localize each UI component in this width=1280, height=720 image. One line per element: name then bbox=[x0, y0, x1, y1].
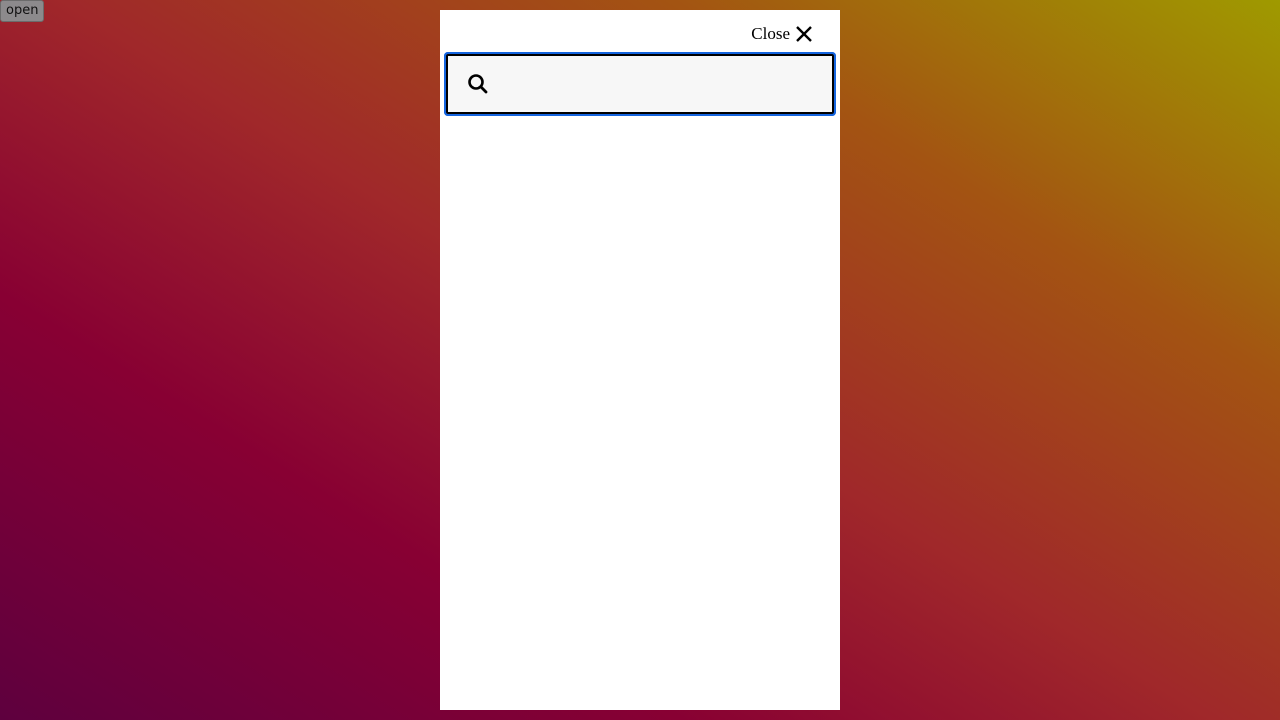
close-button[interactable]: Close bbox=[751, 24, 814, 44]
search-input[interactable] bbox=[500, 56, 824, 114]
search-box[interactable] bbox=[444, 52, 836, 116]
search-icon bbox=[467, 73, 489, 95]
close-button-label: Close bbox=[751, 24, 790, 43]
open-button[interactable]: open bbox=[0, 0, 45, 22]
search-panel: Close bbox=[440, 10, 840, 710]
close-icon bbox=[794, 24, 814, 44]
